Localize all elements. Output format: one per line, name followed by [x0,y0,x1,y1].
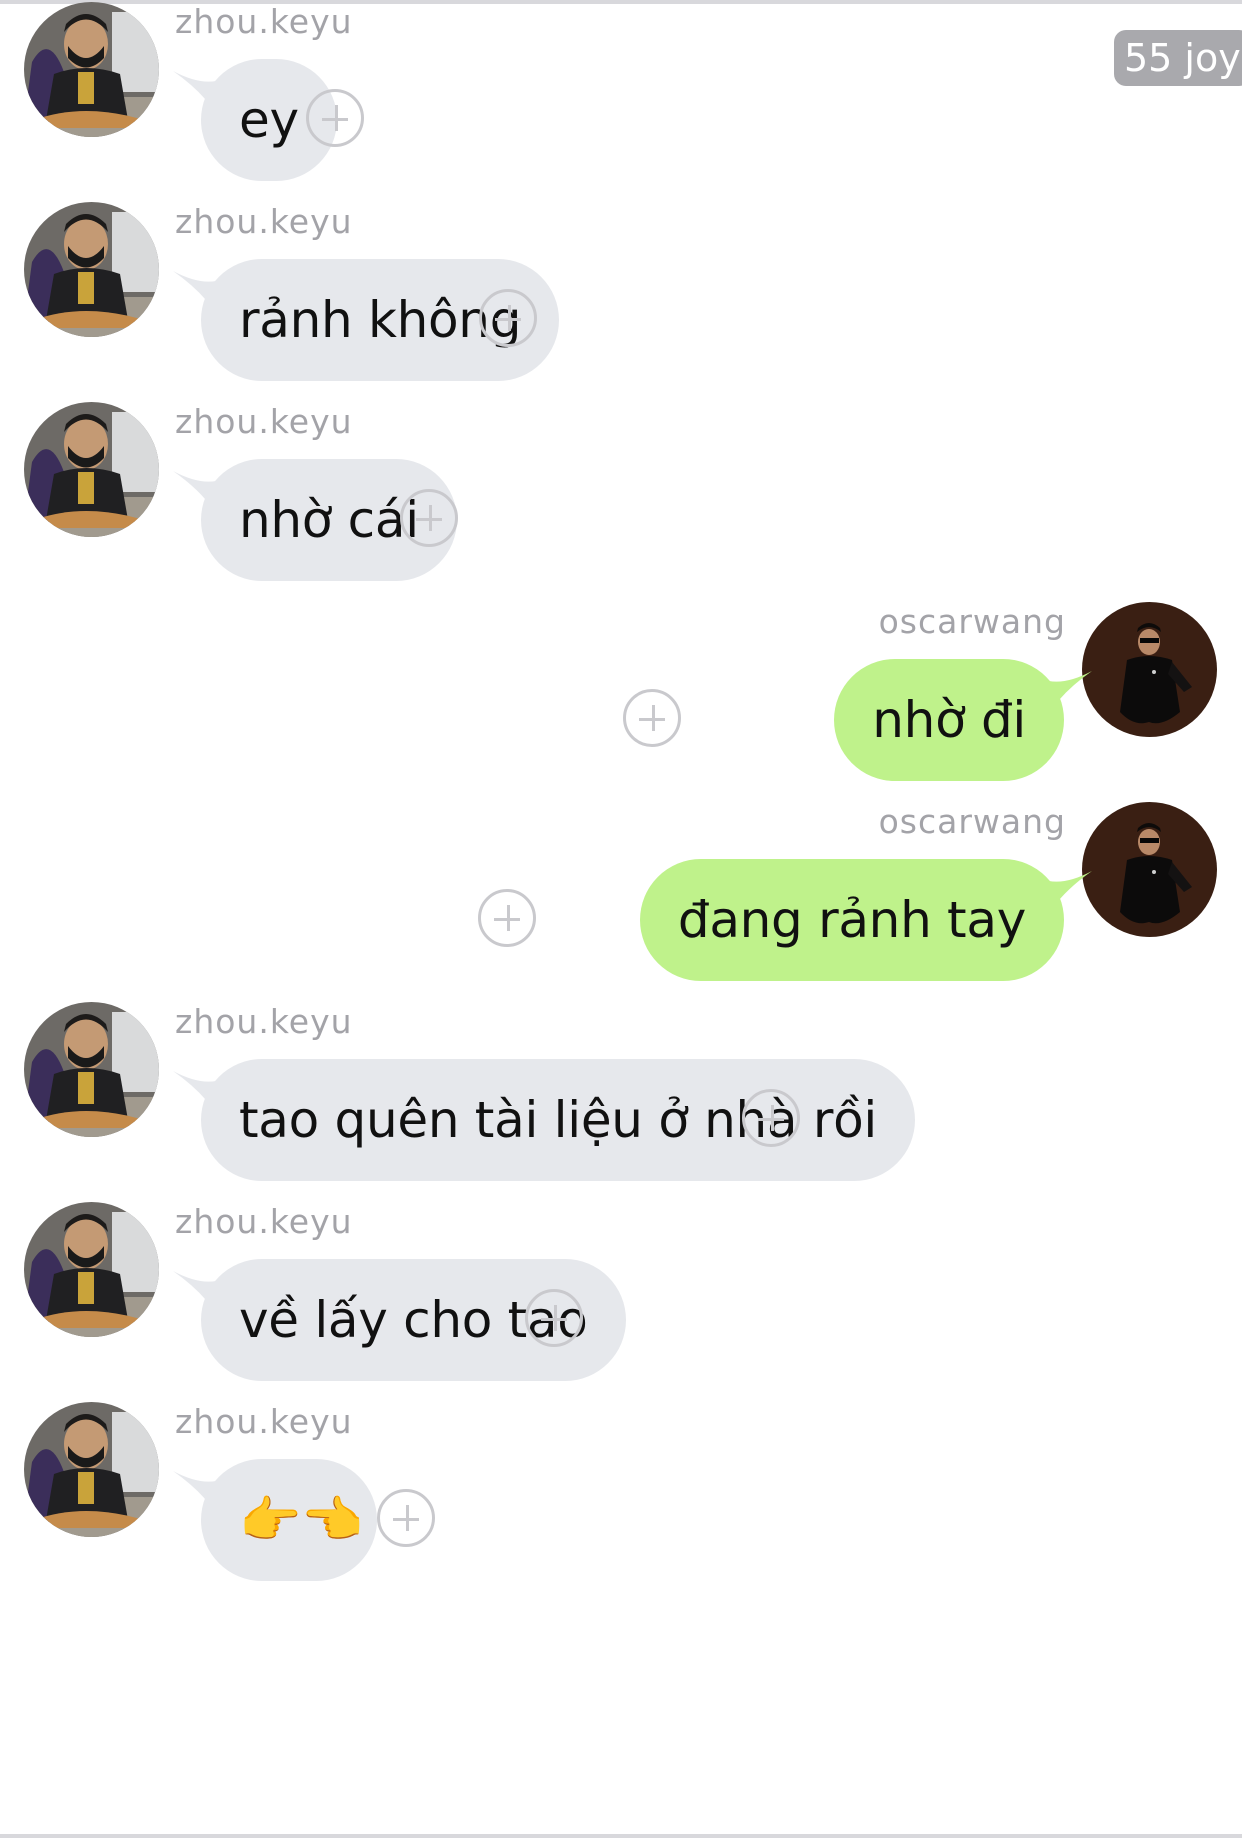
sender-username: zhou.keyu [175,2,353,41]
add-reaction-button[interactable] [742,1089,800,1147]
avatar[interactable] [24,1402,159,1537]
message-bubble[interactable]: tao quên tài liệu ở nhà rồi [201,1059,915,1181]
sender-username: zhou.keyu [175,1402,353,1441]
avatar-photo-masked-man [24,1202,159,1337]
sender-username: zhou.keyu [175,202,353,241]
sender-username: zhou.keyu [175,1002,353,1041]
avatar[interactable] [1082,602,1217,737]
avatar-photo-masked-man [24,2,159,137]
avatar-photo-man-in-sunglasses [1082,802,1217,937]
avatar[interactable] [24,1002,159,1137]
avatar-photo-masked-man [24,1402,159,1537]
add-reaction-button[interactable] [377,1489,435,1547]
avatar[interactable] [24,1202,159,1337]
avatar-photo-man-in-sunglasses [1082,602,1217,737]
message-bubble[interactable]: 👉👈 [201,1459,377,1581]
avatar-photo-masked-man [24,202,159,337]
add-reaction-button[interactable] [525,1289,583,1347]
avatar-photo-masked-man [24,1002,159,1137]
sender-username: zhou.keyu [175,402,353,441]
avatar[interactable] [24,2,159,137]
bottom-divider [0,1834,1242,1838]
add-reaction-button[interactable] [623,689,681,747]
avatar[interactable] [24,402,159,537]
sender-username: zhou.keyu [175,1202,353,1241]
message-bubble[interactable]: đang rảnh tay [639,859,1064,981]
avatar-photo-masked-man [24,402,159,537]
add-reaction-button[interactable] [400,489,458,547]
sender-username: oscarwang [878,802,1066,841]
add-reaction-button[interactable] [306,89,364,147]
avatar[interactable] [24,202,159,337]
message-row: zhou.keyu 👉👈 [0,1402,1242,1637]
add-reaction-button[interactable] [479,289,537,347]
sender-username: oscarwang [878,602,1066,641]
message-bubble[interactable]: nhờ đi [834,659,1064,781]
avatar[interactable] [1082,802,1217,937]
add-reaction-button[interactable] [478,889,536,947]
